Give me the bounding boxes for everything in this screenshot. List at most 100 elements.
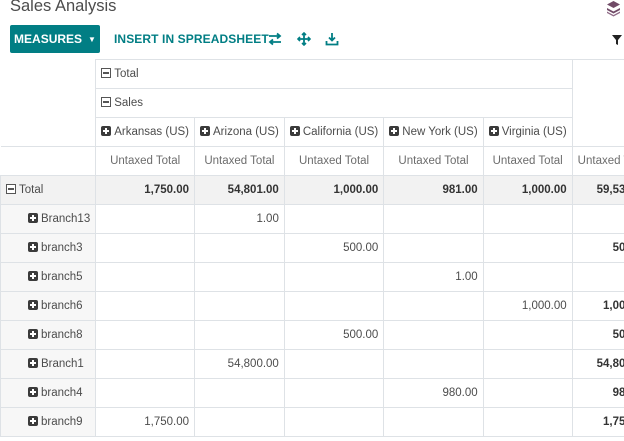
- row-label: branch6: [41, 300, 83, 312]
- row-label: branch9: [41, 416, 83, 428]
- measure-header[interactable]: Untaxed Total: [383, 146, 484, 176]
- measures-button[interactable]: MEASURES ▼: [10, 25, 100, 53]
- row-header[interactable]: Branch13: [0, 204, 97, 234]
- row-header[interactable]: branch5: [0, 262, 97, 292]
- filter-icon[interactable]: [612, 35, 622, 45]
- cell[interactable]: 54,801.00: [194, 175, 285, 205]
- cell[interactable]: 1,000.00: [482, 175, 573, 205]
- row-header-total[interactable]: Total: [0, 175, 97, 205]
- cell[interactable]: [383, 204, 484, 234]
- cell[interactable]: [482, 320, 573, 350]
- cell[interactable]: [194, 233, 285, 263]
- cell[interactable]: [283, 407, 385, 437]
- expand-icon: [28, 416, 38, 426]
- expand-icon: [28, 300, 38, 310]
- col-header-total[interactable]: Total: [95, 59, 573, 89]
- col-header-arkansas[interactable]: Arkansas (US): [95, 117, 196, 147]
- expand-all-icon[interactable]: [297, 32, 311, 46]
- cell[interactable]: [482, 233, 573, 263]
- row-total-cell[interactable]: 54,800.00: [571, 349, 624, 379]
- cell[interactable]: [95, 349, 196, 379]
- row-total-cell[interactable]: 1,750.00: [571, 407, 624, 437]
- cell[interactable]: [383, 233, 484, 263]
- cell[interactable]: 500.00: [283, 233, 385, 263]
- expand-icon: [28, 242, 38, 252]
- cell[interactable]: [283, 204, 385, 234]
- measures-label: MEASURES: [14, 32, 83, 46]
- measure-header[interactable]: Untaxed Total: [194, 146, 285, 176]
- col-header-virginia[interactable]: Virginia (US): [482, 117, 573, 147]
- cell[interactable]: 1.00: [383, 262, 484, 292]
- cell[interactable]: [283, 378, 385, 408]
- measure-header[interactable]: Untaxed Total: [571, 146, 624, 176]
- cell[interactable]: [482, 407, 573, 437]
- pivot-corner-measure: [0, 146, 97, 176]
- table-row: branch4 980.00 980.00: [0, 378, 624, 408]
- cell[interactable]: 1,750.00: [95, 407, 196, 437]
- pivot-corner: [0, 59, 97, 147]
- cell[interactable]: [95, 291, 196, 321]
- cell[interactable]: [383, 320, 484, 350]
- cell[interactable]: [283, 262, 385, 292]
- cell[interactable]: [482, 349, 573, 379]
- cell[interactable]: [95, 262, 196, 292]
- cell[interactable]: 500.00: [283, 320, 385, 350]
- cell[interactable]: [194, 262, 285, 292]
- row-header[interactable]: branch9: [0, 407, 97, 437]
- cell[interactable]: [95, 233, 196, 263]
- row-header[interactable]: branch4: [0, 378, 97, 408]
- cell[interactable]: [383, 407, 484, 437]
- measure-header[interactable]: Untaxed Total: [95, 146, 196, 176]
- col-header-sales[interactable]: Sales: [95, 88, 573, 118]
- cell[interactable]: [194, 378, 285, 408]
- cell[interactable]: 981.00: [383, 175, 484, 205]
- cell[interactable]: [194, 407, 285, 437]
- flip-axis-icon[interactable]: [268, 32, 282, 46]
- table-row: branch3 500.00 500.00: [0, 233, 624, 263]
- cell[interactable]: [283, 291, 385, 321]
- row-total-cell[interactable]: 1,000.00: [571, 291, 624, 321]
- total-row: Total 1,750.00 54,801.00 1,000.00 981.00…: [0, 175, 624, 205]
- row-total-cell[interactable]: 500.00: [571, 320, 624, 350]
- app-layers-icon[interactable]: [605, 0, 622, 17]
- cell[interactable]: 1,750.00: [95, 175, 196, 205]
- row-label: Branch13: [41, 213, 91, 225]
- cell[interactable]: 980.00: [383, 378, 484, 408]
- cell[interactable]: [283, 349, 385, 379]
- row-header[interactable]: branch3: [0, 233, 97, 263]
- measure-header[interactable]: Untaxed Total: [283, 146, 385, 176]
- pivot-table: Total Sales Arkansas (US) Arizona (US) C…: [0, 59, 624, 437]
- cell[interactable]: 54,800.00: [194, 349, 285, 379]
- cell[interactable]: [194, 291, 285, 321]
- grand-total-cell[interactable]: 59,532.00: [571, 175, 624, 205]
- cell[interactable]: 1.00: [194, 204, 285, 234]
- row-header[interactable]: Branch1: [0, 349, 97, 379]
- row-total-cell[interactable]: 980.00: [571, 378, 624, 408]
- col-header-arizona[interactable]: Arizona (US): [194, 117, 285, 147]
- cell[interactable]: [95, 378, 196, 408]
- row-header[interactable]: branch8: [0, 320, 97, 350]
- cell[interactable]: [383, 291, 484, 321]
- row-total-cell[interactable]: 1.00: [571, 262, 624, 292]
- table-row: branch9 1,750.00 1,750.00: [0, 407, 624, 437]
- expand-icon: [28, 213, 38, 223]
- row-total-cell[interactable]: 1.00: [571, 204, 624, 234]
- col-header-new-york[interactable]: New York (US): [383, 117, 484, 147]
- col-header-california[interactable]: California (US): [283, 117, 385, 147]
- cell[interactable]: [95, 320, 196, 350]
- cell[interactable]: 1,000.00: [482, 291, 573, 321]
- cell[interactable]: [482, 262, 573, 292]
- cell[interactable]: [482, 204, 573, 234]
- row-header[interactable]: branch6: [0, 291, 97, 321]
- cell[interactable]: [482, 378, 573, 408]
- row-label: branch4: [41, 387, 83, 399]
- cell[interactable]: [383, 349, 484, 379]
- measure-header[interactable]: Untaxed Total: [482, 146, 573, 176]
- cell[interactable]: [194, 320, 285, 350]
- grand-total-header: [571, 59, 624, 147]
- download-icon[interactable]: [325, 32, 339, 46]
- row-total-cell[interactable]: 500.00: [571, 233, 624, 263]
- cell[interactable]: [95, 204, 196, 234]
- cell[interactable]: 1,000.00: [283, 175, 385, 205]
- insert-in-spreadsheet-button[interactable]: INSERT IN SPREADSHEET: [108, 25, 275, 53]
